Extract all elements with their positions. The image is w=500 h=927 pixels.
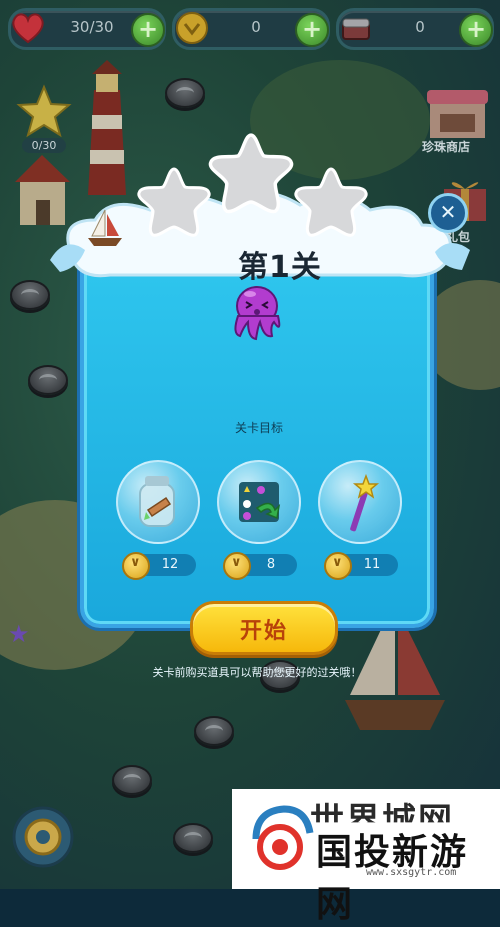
add-items-button[interactable]: + (459, 13, 493, 47)
star-slot-2-icon (208, 133, 294, 214)
lives-counter: 30/30 + (8, 8, 166, 50)
coins-value: 0 (251, 18, 261, 36)
watermark-logo-icon (252, 805, 314, 870)
items-value: 0 (415, 18, 425, 36)
items-counter: 0 + (336, 8, 494, 50)
level-dialog: 关卡目标 ∨ 12 ∨ 8 ∨ 11 开始 关卡前购买道具可以帮助您更好的过关哦… (50, 133, 470, 679)
wand-icon (350, 473, 380, 532)
level-node[interactable] (28, 365, 68, 395)
wand-booster[interactable] (318, 460, 402, 544)
boat-icon (88, 209, 122, 246)
shop-label[interactable]: 珍珠商店 (422, 138, 470, 155)
watermark-url: www.sxsgytr.com (366, 867, 457, 878)
lighthouse-icon (88, 60, 126, 195)
coin-icon (223, 552, 251, 580)
settings-icon[interactable] (12, 806, 74, 868)
start-button[interactable]: 开始 (190, 601, 338, 655)
start-label: 开始 (239, 619, 288, 644)
goal-label: 关卡目标 (234, 421, 283, 435)
level-node[interactable] (165, 78, 205, 108)
wand-price: 11 (324, 552, 398, 580)
bottle-price: 12 (122, 552, 196, 580)
bottle-booster[interactable] (116, 460, 200, 544)
octopus-icon (234, 286, 281, 341)
add-coins-button[interactable]: + (295, 13, 329, 47)
level-node[interactable] (194, 716, 234, 746)
close-icon: ✕ (439, 200, 457, 224)
shuffle-price-value: 8 (266, 557, 276, 572)
shop-icon[interactable] (425, 80, 490, 140)
shuffle-booster[interactable] (217, 460, 301, 544)
coin-icon (122, 552, 150, 580)
starfish-icon: ★ (8, 620, 30, 648)
add-lives-button[interactable]: + (131, 13, 165, 47)
lives-value: 30/30 (70, 18, 114, 36)
shuffle-icon (239, 482, 281, 522)
wand-price-value: 11 (363, 557, 381, 572)
coin-icon (176, 12, 208, 44)
level-node[interactable] (112, 765, 152, 795)
star-icon (16, 84, 72, 138)
star-slot-3-icon (294, 167, 368, 237)
star-progress: 0/30 (22, 138, 66, 153)
hint-text: 关卡前购买道具可以帮助您更好的过关哦！ (152, 666, 362, 679)
level-title: 第1关 (238, 250, 322, 285)
bottle-icon (139, 476, 175, 527)
watermark: 世界城网 国投新游网 www.sxsgytr.com (232, 789, 500, 925)
heart-icon (12, 13, 44, 44)
coins-counter: 0 + (172, 8, 330, 50)
dialog-panel: 关卡目标 ∨ 12 ∨ 8 ∨ 11 开始 关卡前购买道具可以帮助您更好的过关哦… (80, 250, 434, 679)
level-node[interactable] (10, 280, 50, 310)
star-slot-1-icon (137, 167, 211, 237)
level-node[interactable] (173, 823, 213, 853)
bottle-price-value: 12 (161, 557, 179, 572)
close-button[interactable]: ✕ (428, 193, 468, 233)
coin-icon (324, 552, 352, 580)
chest-icon (342, 18, 370, 40)
shuffle-price: 8 (223, 552, 297, 580)
